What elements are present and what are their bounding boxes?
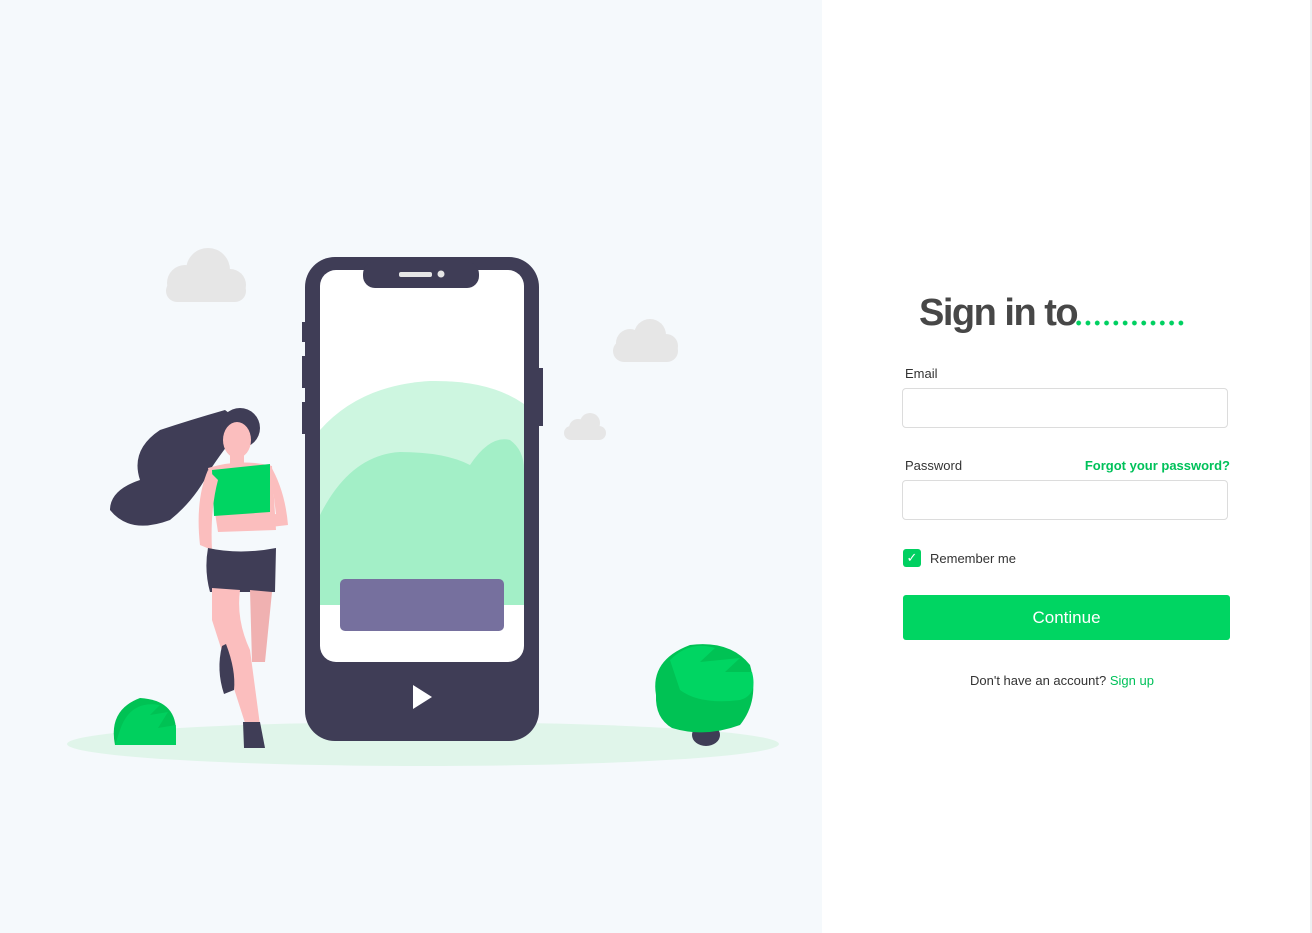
phone-icon <box>302 257 543 741</box>
brand-name-placeholder <box>1074 318 1186 328</box>
page-title: Sign in to <box>919 292 1079 334</box>
forgot-password-link[interactable]: Forgot your password? <box>1085 458 1230 473</box>
no-account-text: Don't have an account? <box>970 673 1107 688</box>
illustration-panel <box>0 0 822 933</box>
runner-phone-illustration <box>67 248 779 766</box>
password-field[interactable] <box>902 480 1228 520</box>
continue-button[interactable]: Continue <box>903 595 1230 640</box>
signup-prompt: Don't have an account? Sign up <box>0 673 1312 688</box>
remember-me-label[interactable]: Remember me <box>930 551 1016 566</box>
woman-runner <box>110 408 288 748</box>
email-field[interactable] <box>902 388 1228 428</box>
password-label: Password <box>905 458 963 473</box>
email-label: Email <box>905 366 938 381</box>
remember-me-checkbox[interactable]: ✓ <box>903 549 921 567</box>
signup-link[interactable]: Sign up <box>1110 673 1154 688</box>
check-icon: ✓ <box>906 550 918 565</box>
